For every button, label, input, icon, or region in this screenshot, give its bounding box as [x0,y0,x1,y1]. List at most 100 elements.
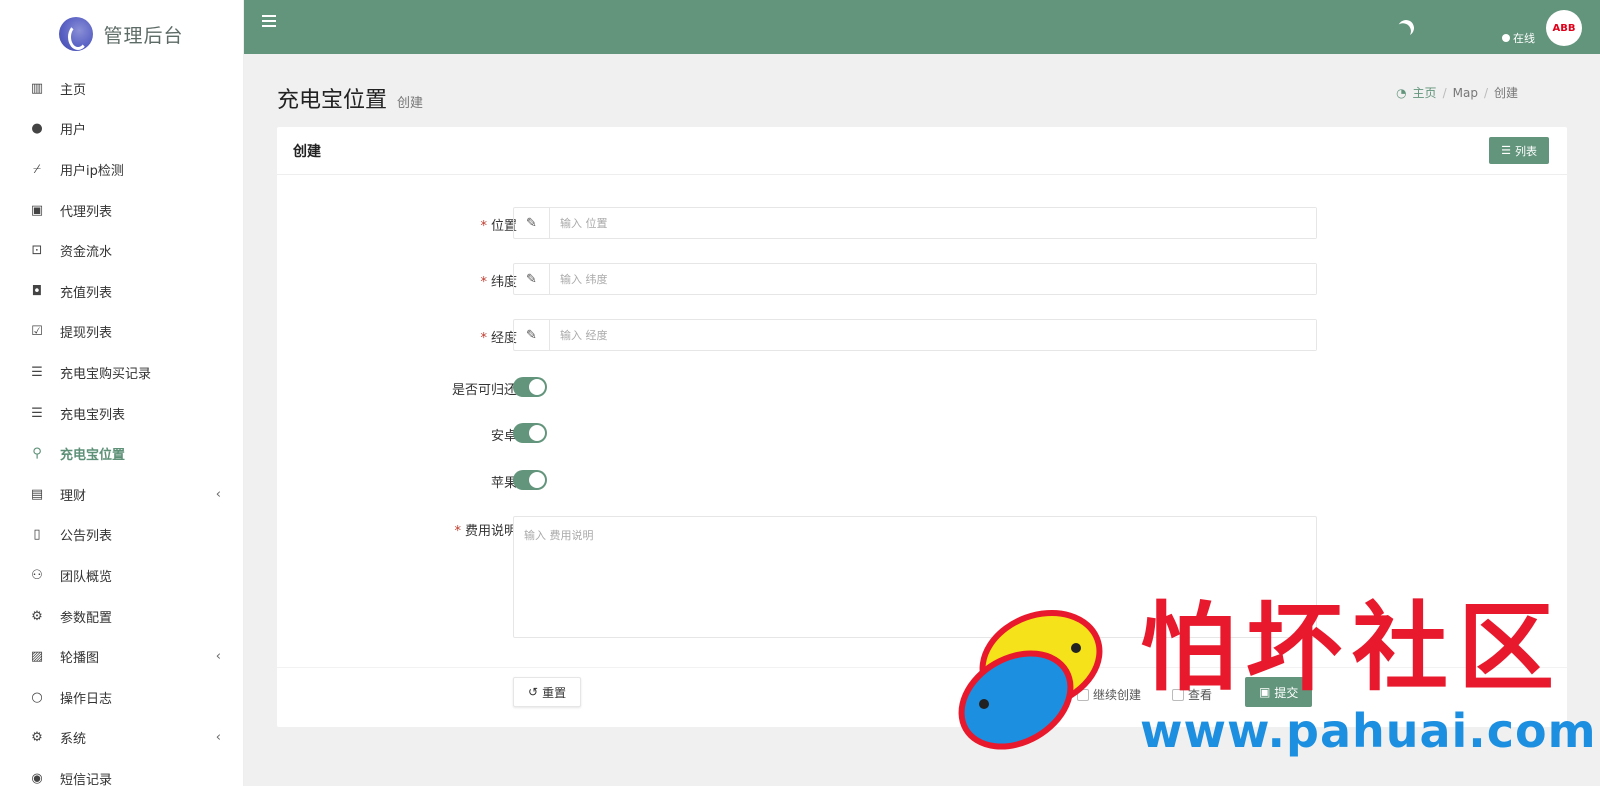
sidebar-item-withdraw[interactable]: ☑ 提现列表 [0,312,243,353]
sidebar-item-label: 理财 [60,488,87,504]
sidebar-item-purchase-records[interactable]: ☰ 充电宝购买记录 [0,352,243,393]
list-button[interactable]: ☰ 列表 [1489,137,1549,164]
sidebar-item-powerbank-list[interactable]: ☰ 充电宝列表 [0,393,243,434]
dark-mode-icon[interactable] [1396,18,1417,39]
card-title: 创建 [293,143,321,160]
breadcrumb-separator: / [1442,85,1447,100]
sidebar-item-label: 团队概览 [60,569,113,585]
brand[interactable]: 管理后台 [0,0,243,68]
archive-icon: ▤ [30,486,44,502]
sidebar-item-label: 主页 [60,82,87,98]
sidebar-item-agents[interactable]: ▣ 代理列表 [0,190,243,231]
longitude-input-group: ✎ [513,319,1317,351]
sidebar-item-users[interactable]: ● 用户 [0,109,243,150]
breadcrumb-current: 创建 [1493,86,1518,100]
required-mark: * [480,275,487,290]
chevron-left-icon: ‹ [215,486,221,502]
location-input[interactable] [550,208,1316,238]
sidebar-item-finance[interactable]: ▤ 理财 ‹ [0,474,243,515]
sidebar-item-team-overview[interactable]: ⚇ 团队概览 [0,555,243,596]
breadcrumb-home[interactable]: 主页 [1413,84,1437,101]
page-subtitle: 创建 [397,96,424,111]
sidebar: 管理后台 ▥ 主页 ● 用户 ⌿ 用户ip检测 ▣ 代理列表 ⊡ 资金流水 ◘ 充值列表 ☑… [0,0,244,786]
font-box-icon: ◘ [31,283,43,299]
list-icon: ☰ [31,364,43,380]
returnable-label: 是否可归还 [451,383,517,398]
sidebar-menu: ▥ 主页 ● 用户 ⌿ 用户ip检测 ▣ 代理列表 ⊡ 资金流水 ◘ 充值列表 ☑ 提现列表 … [0,68,243,786]
sidebar-item-label: 充电宝位置 [60,448,126,464]
sidebar-item-powerbank-location[interactable]: ⚲ 充电宝位置 [0,433,243,474]
fee-label: * 费用说明 [454,520,517,539]
money-bill-icon: ⊡ [31,243,43,259]
status-text: 在线 [1513,32,1535,45]
status-dot-icon [1502,34,1510,42]
watermark-title: 怕坏社区 [1140,592,1564,704]
page-title: 充电宝位置 [277,88,388,113]
sidebar-item-label: 充电宝列表 [60,407,126,423]
latitude-label: * 纬度 [480,271,517,290]
card-header: 创建 ☰ 列表 [277,127,1567,175]
location-input-group: ✎ [513,207,1317,239]
sidebar-item-label: 系统 [60,732,87,748]
longitude-input[interactable] [550,320,1316,350]
indent-list-icon: ☰ [31,405,43,421]
page-header: 充电宝位置 创建 [277,82,423,114]
sidebar-item-label: 用户 [60,123,87,139]
contact-book-icon: ▣ [30,202,44,218]
longitude-label: * 经度 [480,327,517,346]
latitude-input-group: ✎ [513,263,1317,295]
sidebar-item-label: 代理列表 [60,204,113,220]
circle-icon: ○ [31,689,43,705]
breadcrumb: ◔ 主页 / Map / 创建 [1396,84,1518,101]
avatar[interactable]: ABB [1546,10,1582,46]
sidebar-item-announcements[interactable]: ▯ 公告列表 [0,515,243,556]
latitude-input[interactable] [550,264,1316,294]
sidebar-item-home[interactable]: ▥ 主页 [0,68,243,109]
sidebar-item-label: 充电宝购买记录 [60,366,152,382]
chevron-left-icon: ‹ [215,730,221,746]
dashboard-icon: ◔ [1396,85,1407,100]
app-title: 管理后台 [103,24,184,47]
gears-icon: ⚙ [31,608,43,624]
broom-icon: ⌿ [33,161,41,177]
breadcrumb-separator: / [1483,85,1488,100]
menu-toggle-icon[interactable] [262,15,276,30]
watermark-fish-logo [958,609,1103,750]
sidebar-item-parameters[interactable]: ⚙ 参数配置 [0,596,243,637]
list-icon: ☰ [1501,145,1511,157]
sidebar-item-label: 用户ip检测 [60,163,124,179]
returnable-toggle[interactable] [513,377,547,397]
reset-button[interactable]: ↺ 重置 [513,677,582,707]
undo-icon: ↺ [528,685,539,699]
required-mark: * [480,219,487,234]
required-mark: * [480,331,487,346]
watermark: 怕坏社区 www.pahuai.com [950,596,1600,786]
apple-toggle[interactable] [513,470,547,490]
pencil-icon: ✎ [514,208,550,238]
online-status: 在线 [1502,30,1535,46]
comment-icon: ◉ [31,770,43,786]
sidebar-item-fund-flow[interactable]: ⊡ 资金流水 [0,230,243,271]
sidebar-item-label: 资金流水 [60,245,113,261]
required-mark: * [454,524,461,539]
sidebar-item-carousel[interactable]: ▨ 轮播图 ‹ [0,636,243,677]
watermark-url: www.pahuai.com [1140,704,1597,758]
image-icon: ▨ [30,649,44,665]
sidebar-item-recharge[interactable]: ◘ 充值列表 [0,271,243,312]
chevron-left-icon: ‹ [215,649,221,665]
sidebar-item-system[interactable]: ⚙ 系统 ‹ [0,718,243,759]
users-icon: ⚇ [31,567,43,583]
list-button-label: 列表 [1515,145,1537,158]
breadcrumb-map[interactable]: Map [1453,86,1478,100]
fee-label-text: 费用说明 [464,524,517,539]
pencil-icon: ✎ [514,264,550,294]
sidebar-item-operation-log[interactable]: ○ 操作日志 [0,677,243,718]
sidebar-item-sms-records[interactable]: ◉ 短信记录 [0,758,243,786]
sidebar-item-label: 短信记录 [60,772,113,786]
sidebar-item-label: 参数配置 [60,610,113,626]
sidebar-item-ip-check[interactable]: ⌿ 用户ip检测 [0,149,243,190]
android-toggle[interactable] [513,423,547,443]
sidebar-item-label: 公告列表 [60,529,113,545]
file-text-icon: ▯ [33,527,41,543]
sidebar-item-label: 提现列表 [60,326,113,342]
